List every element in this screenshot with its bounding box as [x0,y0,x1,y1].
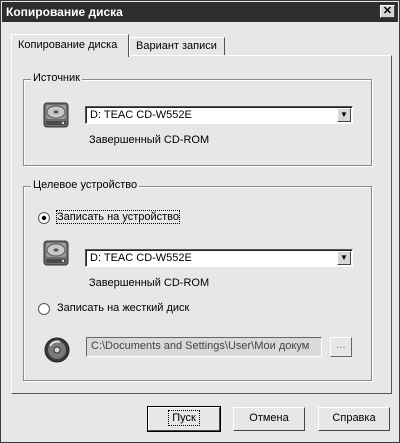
start-button[interactable]: Пуск [147,406,221,432]
copy-disc-dialog: Копирование диска ✕ Копирование диска Ва… [0,0,400,443]
tab-write-options[interactable]: Вариант записи [129,37,225,56]
start-button-label: Пуск [168,410,200,426]
window-title: Копирование диска [6,5,123,19]
title-bar[interactable]: Копирование диска ✕ [2,2,398,22]
close-icon: ✕ [382,5,393,17]
cancel-button[interactable]: Отмена [233,407,305,431]
close-button[interactable]: ✕ [380,5,395,18]
tab-copy-disc[interactable]: Копирование диска [11,34,129,57]
help-button[interactable]: Справка [318,407,390,431]
tab-panel [11,55,392,394]
